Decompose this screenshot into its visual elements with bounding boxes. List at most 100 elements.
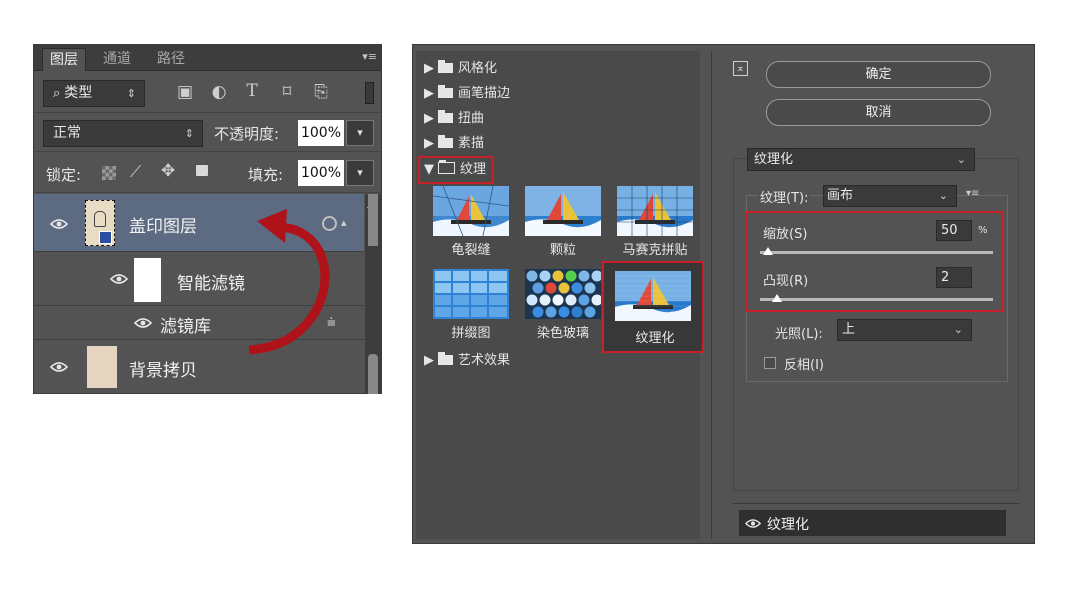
texture-menu-icon[interactable]: ▾≡ — [966, 188, 979, 199]
invert-checkbox[interactable] — [764, 357, 776, 369]
shape-filter-icon[interactable]: ⌑ — [276, 82, 298, 102]
folder-label: 纹理 — [460, 162, 487, 177]
visibility-eye-icon[interactable] — [50, 218, 68, 230]
layers-tab-bar: 图层 通道 路径 ▾≡ — [34, 45, 381, 71]
blend-mode-value: 正常 — [53, 125, 81, 141]
layer-thumbnail — [87, 346, 117, 388]
lock-transparent-icon[interactable] — [102, 166, 116, 180]
ok-button[interactable]: 确定 — [766, 61, 991, 88]
open-folder-icon — [438, 160, 455, 174]
chevron-down-icon: ⌄ — [953, 323, 963, 336]
type-filter-icon[interactable]: T — [241, 81, 263, 101]
applied-filters-list: 纹理化 — [733, 503, 1019, 543]
thumbnail-label: 龟裂缝 — [451, 243, 491, 258]
opacity-label: 不透明度: — [214, 125, 280, 143]
folder-texture[interactable]: ▼ 纹理 — [418, 156, 495, 184]
folder-icon — [438, 135, 453, 148]
light-select[interactable]: 上 ⌄ — [837, 319, 972, 341]
folder-label: 风格化 — [458, 61, 498, 76]
layers-scrollbar[interactable]: ▲ — [365, 194, 381, 394]
panel-divider — [711, 51, 712, 539]
filter-mask-thumbnail[interactable] — [134, 258, 161, 302]
fill-input[interactable]: 100% — [298, 160, 344, 186]
lock-move-icon[interactable]: ✥ — [161, 161, 175, 181]
folder-label: 扭曲 — [458, 111, 485, 126]
tab-layers[interactable]: 图层 — [42, 48, 86, 71]
folder-stylize[interactable]: ▶ 风格化 — [424, 58, 497, 80]
panel-menu-icon[interactable]: ▾≡ — [362, 50, 377, 63]
visibility-eye-icon[interactable] — [50, 361, 68, 373]
folder-label: 素描 — [458, 136, 485, 151]
chevron-down-icon: ⌄ — [956, 153, 966, 166]
scaling-slider-knob[interactable] — [763, 247, 773, 255]
search-icon: ⌕ — [53, 86, 61, 101]
visibility-eye-icon[interactable] — [744, 518, 762, 533]
texture-label: 纹理(T): — [758, 187, 811, 206]
relief-slider-track[interactable] — [760, 298, 993, 301]
scaling-label: 缩放(S) — [763, 227, 808, 242]
filter-gallery-label: 滤镜库 — [160, 317, 211, 337]
lock-all-icon[interactable] — [196, 165, 208, 176]
collapse-gallery-icon[interactable]: ⌅ — [733, 61, 748, 76]
relief-slider-knob[interactable] — [772, 294, 783, 302]
folder-sketch[interactable]: ▶ 素描 — [424, 133, 484, 155]
filter-select[interactable]: 纹理化 ⌄ — [747, 148, 975, 171]
smart-object-filter-icon[interactable]: ⎘ — [310, 82, 332, 102]
thumbnail-image — [525, 269, 601, 319]
folder-icon — [438, 60, 453, 73]
invert-label: 反相(I) — [784, 358, 824, 373]
folder-brush-strokes[interactable]: ▶ 画笔描边 — [424, 83, 510, 105]
pixel-filter-icon[interactable]: ▣ — [174, 82, 196, 102]
tab-channels[interactable]: 通道 — [96, 48, 138, 71]
relief-input[interactable]: 2 — [936, 267, 972, 288]
cancel-button[interactable]: 取消 — [766, 99, 991, 126]
thumb-mosaic-tiles[interactable]: 马赛克拼贴 — [610, 186, 700, 258]
opacity-dropdown-button[interactable]: ▾ — [346, 120, 374, 146]
thumb-grain[interactable]: 颗粒 — [518, 186, 608, 258]
opacity-input[interactable]: 100% — [298, 120, 344, 146]
blend-row: 正常 ⇕ 不透明度: 100% ▾ — [34, 114, 381, 152]
light-label: 光照(L): — [775, 327, 823, 342]
scroll-thumb[interactable] — [368, 354, 378, 394]
updown-icon: ⇕ — [184, 127, 194, 140]
folder-icon — [438, 110, 453, 123]
filter-toggle[interactable] — [365, 82, 374, 104]
red-curved-arrow — [248, 209, 330, 355]
fill-label: 填充: — [248, 166, 284, 184]
thumb-stained-glass[interactable]: 染色玻璃 — [518, 269, 608, 341]
scaling-input[interactable]: 50 — [936, 220, 972, 241]
lock-label: 锁定: — [46, 166, 82, 184]
filter-select-value: 纹理化 — [754, 152, 794, 167]
thumbnail-image — [433, 186, 509, 236]
thumb-texturizer-selected[interactable]: 纹理化 — [602, 261, 704, 353]
lock-brush-icon[interactable]: ⟋ — [130, 162, 141, 182]
scaling-slider-track[interactable] — [760, 251, 993, 254]
blend-mode-select[interactable]: 正常 ⇕ — [43, 120, 203, 147]
folder-distort[interactable]: ▶ 扭曲 — [424, 108, 484, 130]
filter-category-tree: ▶ 风格化 ▶ 画笔描边 ▶ 扭曲 ▶ 素描 ▼ 纹理 龟裂缝 颗粒 马赛克拼贴… — [416, 51, 704, 539]
folder-artistic[interactable]: ▶ 艺术效果 — [424, 350, 510, 372]
folder-label: 艺术效果 — [458, 353, 511, 368]
visibility-eye-icon[interactable] — [110, 273, 128, 285]
chevron-down-icon: ⌄ — [938, 189, 948, 202]
fill-dropdown-button[interactable]: ▾ — [346, 160, 374, 186]
light-value: 上 — [842, 322, 856, 337]
filter-kind-select[interactable]: ⌕ 类型 ⇕ — [43, 80, 145, 107]
thumbnail-label: 马赛克拼贴 — [622, 243, 688, 258]
visibility-eye-icon[interactable] — [134, 317, 152, 329]
portrait-icon — [94, 211, 106, 227]
texture-select[interactable]: 画布 ⌄ — [823, 185, 957, 207]
layer-filter-row: ⌕ 类型 ⇕ ▣ ◐ T ⌑ ⎘ — [34, 72, 381, 113]
layer-thumbnail — [85, 200, 115, 246]
smart-object-badge-icon — [99, 231, 112, 244]
tab-paths[interactable]: 路径 — [150, 48, 192, 71]
thumb-patchwork[interactable]: 拼缀图 — [426, 269, 516, 341]
folder-label: 画笔描边 — [458, 86, 511, 101]
scroll-thumb-top[interactable] — [368, 194, 378, 246]
thumbnail-label: 纹理化 — [635, 331, 675, 346]
adjustment-filter-icon[interactable]: ◐ — [208, 82, 230, 102]
applied-filter-row[interactable]: 纹理化 — [739, 510, 1006, 536]
thumb-craquelure[interactable]: 龟裂缝 — [426, 186, 516, 258]
folder-icon — [438, 352, 453, 365]
thumbnail-image — [617, 186, 693, 236]
